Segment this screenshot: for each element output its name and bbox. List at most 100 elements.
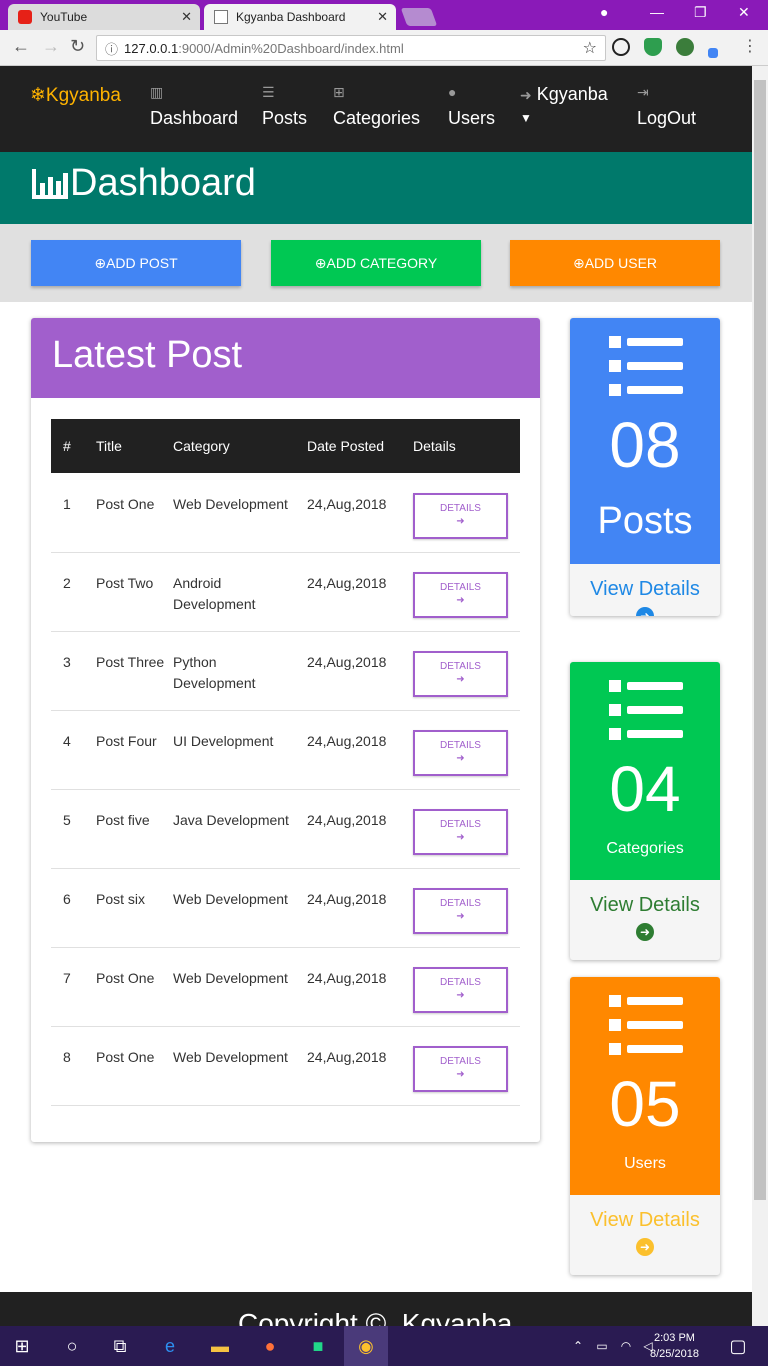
- info-icon: ⓘ: [105, 41, 119, 57]
- nav-label: Posts: [262, 108, 308, 128]
- url-host: 127.0.0.1: [124, 40, 179, 56]
- table-row: 1 Post One Web Development 24,Aug,2018 DETAI…: [51, 474, 520, 553]
- add-category-button[interactable]: ⊕ ADD CATEGORY: [271, 240, 481, 286]
- arrow-circle-right-icon: ➜: [636, 607, 654, 616]
- page-icon: [214, 10, 228, 24]
- view-details-link[interactable]: View Details ➜: [570, 894, 720, 941]
- notifications-icon[interactable]: ▢: [716, 1326, 760, 1366]
- button-label: DETAILS: [440, 582, 481, 593]
- table-header: # Title Category Date Posted Details: [51, 419, 520, 473]
- arrow-circle-right-icon: ➜: [456, 832, 465, 843]
- nav-users[interactable]: ● Users: [448, 84, 495, 129]
- sign-in-icon: ➜: [520, 87, 532, 103]
- clock-date: 8/25/2018: [650, 1348, 699, 1360]
- nav-logout[interactable]: ⇥ LogOut: [637, 84, 696, 129]
- close-icon[interactable]: ✕: [181, 9, 192, 25]
- row-category: Java Development: [173, 812, 289, 828]
- button-label: DETAILS: [440, 503, 481, 514]
- nav-account-dropdown[interactable]: ➜ Kgyanba ▼: [520, 84, 608, 135]
- clock-time: 2:03 PM: [653, 1332, 695, 1344]
- button-label: ADD POST: [106, 255, 178, 271]
- row-date: 24,Aug,2018: [307, 812, 387, 828]
- cortana-icon[interactable]: ○: [50, 1326, 94, 1366]
- arrow-circle-right-icon: ➜: [456, 911, 465, 922]
- brand-logo[interactable]: ❄Kgyanba: [30, 84, 121, 107]
- row-number: 1: [63, 496, 71, 512]
- file-explorer-icon[interactable]: ▬: [198, 1326, 242, 1366]
- profile-icon[interactable]: ●: [600, 4, 608, 20]
- users-count: 05: [609, 1068, 681, 1140]
- details-button[interactable]: DETAILS ➜: [413, 1046, 508, 1092]
- reload-icon[interactable]: ↻: [70, 36, 85, 57]
- page-title: Dashboard: [30, 162, 256, 205]
- minimize-button[interactable]: —: [650, 4, 664, 20]
- column-header: Date Posted: [307, 438, 385, 454]
- list-icon: ☰: [262, 84, 275, 100]
- user-icon: ●: [448, 84, 457, 100]
- arrow-circle-right-icon: ➜: [636, 923, 654, 941]
- row-date: 24,Aug,2018: [307, 891, 387, 907]
- button-label: DETAILS: [440, 819, 481, 830]
- nav-categories[interactable]: ⊞ Categories: [333, 84, 420, 129]
- extension-icon[interactable]: [612, 38, 630, 56]
- globe-icon[interactable]: [676, 38, 694, 56]
- add-user-button[interactable]: ⊕ ADD USER: [510, 240, 720, 286]
- nav-dashboard[interactable]: ▥ Dashboard: [150, 84, 238, 129]
- nav-posts[interactable]: ☰ Posts: [262, 84, 307, 129]
- row-title: Post five: [96, 812, 150, 828]
- tab-title: YouTube: [40, 10, 88, 24]
- webstorm-icon[interactable]: ■: [296, 1326, 340, 1366]
- add-post-button[interactable]: ⊕ ADD POST: [31, 240, 241, 286]
- bar-chart-icon: ▥: [150, 84, 164, 100]
- row-category: UI Development: [173, 733, 274, 749]
- link-label: View Details: [590, 894, 700, 916]
- details-button[interactable]: DETAILS ➜: [413, 967, 508, 1013]
- chrome-icon[interactable]: ◉: [344, 1326, 388, 1366]
- row-date: 24,Aug,2018: [307, 496, 387, 512]
- star-icon[interactable]: ☆: [583, 38, 597, 58]
- details-button[interactable]: DETAILS ➜: [413, 651, 508, 697]
- row-category: Web Development: [173, 1049, 288, 1065]
- button-label: DETAILS: [440, 898, 481, 909]
- back-icon[interactable]: ←: [12, 36, 30, 57]
- details-button[interactable]: DETAILS ➜: [413, 730, 508, 776]
- nav-label: LogOut: [637, 108, 697, 128]
- row-number: 4: [63, 733, 71, 749]
- details-button[interactable]: DETAILS ➜: [413, 493, 508, 539]
- new-tab-button[interactable]: [400, 8, 438, 26]
- close-icon[interactable]: ✕: [377, 9, 388, 25]
- tab-dashboard[interactable]: Kgyanba Dashboard ✕: [204, 4, 396, 30]
- tab-youtube[interactable]: YouTube ✕: [8, 4, 200, 30]
- dropper-icon[interactable]: [708, 48, 718, 58]
- system-clock[interactable]: 2:03 PM 8/25/2018: [650, 1330, 699, 1362]
- edge-icon[interactable]: e: [148, 1326, 192, 1366]
- row-category: Android Development: [173, 575, 256, 612]
- details-button[interactable]: DETAILS ➜: [413, 572, 508, 618]
- view-details-link[interactable]: View Details ➜: [570, 578, 720, 616]
- menu-icon[interactable]: ⋮: [742, 36, 758, 56]
- close-window-button[interactable]: ✕: [738, 4, 750, 21]
- button-label: ADD USER: [584, 255, 658, 271]
- address-bar[interactable]: ⓘ 127.0.0.1:9000/Admin%20Dashboard/index…: [96, 35, 606, 61]
- windows-start-icon[interactable]: ⊞: [0, 1326, 44, 1366]
- scrollbar-thumb[interactable]: [754, 80, 766, 1200]
- row-title: Post Three: [96, 654, 165, 670]
- table-row: 4 Post Four UI Development 24,Aug,2018 DETAI…: [51, 711, 520, 790]
- arrow-circle-right-icon: ➜: [636, 1238, 654, 1256]
- row-title: Post One: [96, 496, 155, 512]
- bar-chart-icon: [32, 168, 68, 199]
- table-row: 5 Post five Java Development 24,Aug,2018 DET…: [51, 790, 520, 869]
- sitemap-icon: ⊞: [333, 84, 345, 100]
- categories-stat-card: 04 Categories View Details ➜: [570, 662, 720, 960]
- shield-icon[interactable]: [644, 38, 662, 56]
- posts-stat-card: 08 Posts View Details ➜: [570, 318, 720, 616]
- view-details-link[interactable]: View Details ➜: [570, 1209, 720, 1256]
- categories-label: Categories: [606, 840, 684, 857]
- details-button[interactable]: DETAILS ➜: [413, 809, 508, 855]
- forward-icon[interactable]: →: [42, 36, 60, 57]
- restore-button[interactable]: ❐: [694, 4, 707, 21]
- details-button[interactable]: DETAILS ➜: [413, 888, 508, 934]
- firefox-icon[interactable]: ●: [248, 1326, 292, 1366]
- row-category: Web Development: [173, 970, 288, 986]
- task-view-icon[interactable]: ⧉: [98, 1326, 142, 1366]
